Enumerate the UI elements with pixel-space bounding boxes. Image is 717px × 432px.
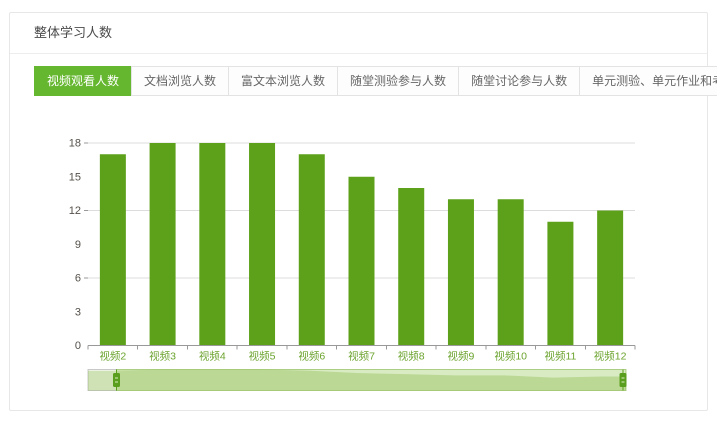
x-axis-label-视频12: 视频12 [594, 350, 627, 363]
y-axis-label-6: 6 [75, 273, 81, 285]
tab-3[interactable]: 随堂测验参与人数 [337, 66, 459, 96]
chart-bar-视频7[interactable] [349, 177, 375, 346]
y-axis-label-3: 3 [75, 306, 81, 318]
y-axis-label-12: 12 [69, 205, 81, 217]
panel-title: 整体学习人数 [34, 25, 112, 40]
chart-bar-视频2[interactable] [100, 154, 126, 345]
chart-region: 0 3 6 9 12 15 18 视频2 视频3 视频4 视频5 视频6 视频7 视频8 视频9 视频10 视频… [0, 108, 717, 408]
tab-bar: 视频观看人数文档浏览人数富文本浏览人数随堂测验参与人数随堂讨论参与人数单元测验、… [34, 66, 683, 96]
chart-bar-视频12[interactable] [597, 211, 623, 346]
panel-header: 整体学习人数 [10, 13, 707, 54]
tab-2[interactable]: 富文本浏览人数 [228, 66, 338, 96]
chart-bar-视频8[interactable] [398, 188, 424, 346]
x-axis-label-视频2: 视频2 [99, 350, 126, 363]
tab-1[interactable]: 文档浏览人数 [131, 66, 229, 96]
navigator-left-handle[interactable] [113, 373, 120, 387]
x-axis-label-视频8: 视频8 [398, 350, 425, 363]
x-axis-label-视频10: 视频10 [494, 350, 527, 363]
navigator-selected-area[interactable] [117, 370, 627, 391]
x-axis-label-视频3: 视频3 [149, 350, 176, 363]
tab-0[interactable]: 视频观看人数 [34, 66, 132, 96]
tab-4[interactable]: 随堂讨论参与人数 [458, 66, 580, 96]
x-axis-label-视频7: 视频7 [348, 350, 375, 363]
chart-bar-视频5[interactable] [249, 143, 275, 346]
bar-chart: 0 3 6 9 12 15 18 视频2 视频3 视频4 视频5 视频6 视频7 视频8 视频9 视频10 视频… [0, 108, 717, 408]
chart-bar-视频3[interactable] [150, 143, 176, 346]
x-axis-label-视频11: 视频11 [544, 350, 576, 363]
chart-bar-视频11[interactable] [547, 222, 573, 346]
y-axis-label-0: 0 [75, 340, 81, 352]
x-axis-label-视频6: 视频6 [298, 350, 325, 363]
chart-bar-视频4[interactable] [199, 143, 225, 346]
x-axis-label-视频5: 视频5 [249, 350, 276, 363]
tab-5[interactable]: 单元测验、单元作业和考试 [579, 66, 717, 96]
navigator-right-handle[interactable] [620, 373, 627, 387]
y-axis-label-9: 9 [75, 239, 81, 251]
chart-bar-视频10[interactable] [498, 199, 524, 345]
y-axis-label-15: 15 [69, 171, 81, 183]
x-axis-label-视频4: 视频4 [199, 350, 226, 363]
chart-bar-视频9[interactable] [448, 199, 474, 345]
y-axis-label-18: 18 [69, 138, 81, 150]
chart-bar-视频6[interactable] [299, 154, 325, 345]
x-axis-label-视频9: 视频9 [448, 350, 475, 363]
